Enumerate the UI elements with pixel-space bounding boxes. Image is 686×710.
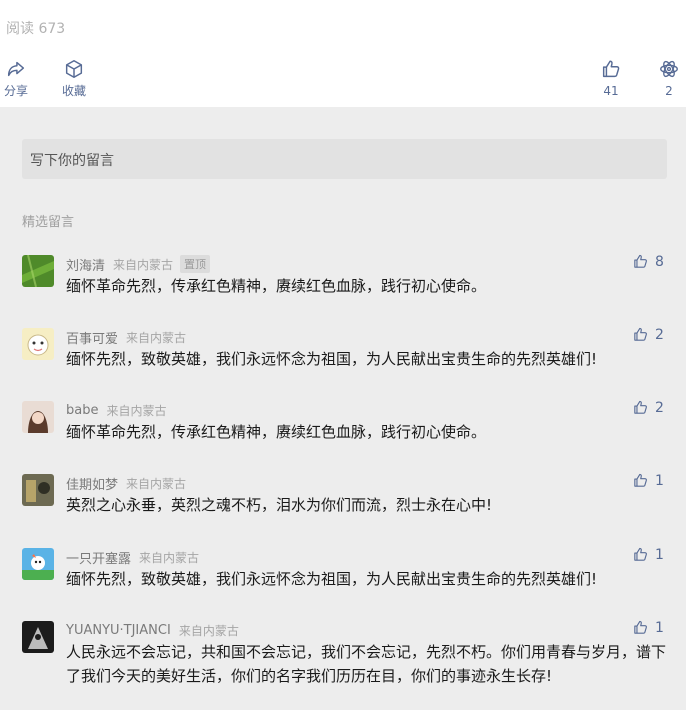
share-button[interactable]: 分享 [4,58,28,98]
wow-count: 2 [665,84,673,98]
comment-nickname[interactable]: 佳期如梦 [66,474,118,493]
comment-nickname[interactable]: babe [66,403,98,418]
comment-location: 来自内蒙古 [113,257,174,272]
thumbs-up-icon [634,400,647,414]
like-count: 41 [603,84,619,98]
comment-text: 缅怀革命先烈，传承红色精神，赓续红色血脉，践行初心使命。 [66,423,487,441]
avatar[interactable] [22,621,54,653]
cube-icon [65,60,83,78]
comment-text: 缅怀先烈，致敬英雄，我们永远怀念为祖国，为人民献出宝贵生命的先烈英雄们! [66,570,598,588]
thumbs-up-icon [634,620,647,634]
comment-meta: babe 来自内蒙古 [66,401,166,419]
comment-like-count: 8 [655,253,664,270]
comment-meta: 百事可爱 来自内蒙古 [66,328,187,347]
comment-nickname[interactable]: 一只开塞露 [66,548,131,567]
comment-text: 英烈之心永垂，英烈之魂不朽，泪水为你们而流，烈士永在心中! [66,496,493,514]
comment-meta: YUANYU·TJIANCI 来自内蒙古 [66,621,239,639]
comment-like-count: 2 [655,399,664,416]
comment-like-button[interactable]: 1 [632,546,664,563]
comment-text: 缅怀先烈，致敬英雄，我们永远怀念为祖国，为人民献出宝贵生命的先烈英雄们! [66,350,598,368]
comment-like-button[interactable]: 2 [632,399,664,416]
comment-like-count: 2 [655,326,664,343]
comment-text: 缅怀革命先烈，传承红色精神，赓续红色血脉，践行初心使命。 [66,277,487,295]
comment-like-button[interactable]: 8 [632,253,664,270]
featured-comments-title: 精选留言 [22,215,75,230]
pinned-badge: 置顶 [180,255,211,273]
avatar[interactable] [22,548,54,580]
comment-nickname[interactable]: 百事可爱 [66,328,118,347]
share-icon [7,61,25,77]
comment-location: 来自内蒙古 [178,623,239,638]
comment-meta: 刘海清 来自内蒙古 置顶 [66,255,211,274]
comment-like-count: 1 [655,546,664,563]
comment-location: 来自内蒙古 [126,330,187,345]
thumbs-up-icon [634,473,647,487]
comment-like-button[interactable]: 2 [632,326,664,343]
comment-like-count: 1 [655,619,664,636]
read-count: 阅读 673 [6,21,66,37]
article-footer: 阅读 673 分享 收藏 41 2 [0,0,686,107]
favorite-button[interactable]: 收藏 [62,58,86,98]
comment-like-button[interactable]: 1 [632,472,664,489]
share-label: 分享 [4,84,29,98]
thumbs-up-icon [602,60,620,78]
like-button[interactable]: 41 [600,58,622,98]
comment-meta: 佳期如梦 来自内蒙古 [66,474,187,493]
comment-text: 人民永远不会忘记，共和国不会忘记，我们不会忘记，先烈不朽。你们用青春与岁月，谱下… [66,643,667,685]
comment-like-count: 1 [655,472,664,489]
comment-nickname[interactable]: 刘海清 [66,255,105,274]
comment-input[interactable]: 写下你的留言 [22,139,667,179]
comment-nickname[interactable]: YUANYU·TJIANCI [66,623,171,638]
comment-input-placeholder: 写下你的留言 [30,153,114,169]
thumbs-up-icon [634,254,647,268]
avatar[interactable] [22,474,54,506]
wow-button[interactable]: 2 [658,58,680,98]
avatar[interactable] [22,255,54,287]
comment-meta: 一只开塞露 来自内蒙古 [66,548,200,567]
comment-like-button[interactable]: 1 [632,619,664,636]
avatar[interactable] [22,328,54,360]
comment-location: 来自内蒙古 [126,476,187,491]
comment-location: 来自内蒙古 [139,550,200,565]
favorite-label: 收藏 [62,84,87,98]
thumbs-up-icon [634,547,647,561]
thumbs-up-icon [634,327,647,341]
comment-location: 来自内蒙古 [106,403,167,418]
wow-icon [660,60,678,78]
avatar[interactable] [22,401,54,433]
